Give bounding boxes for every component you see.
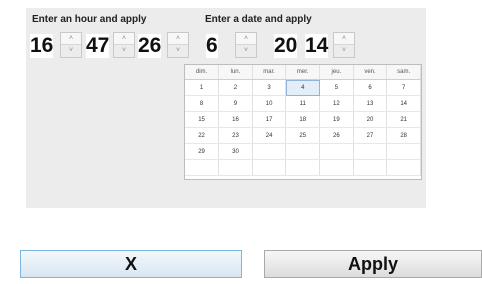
calendar-day-cell[interactable]: 8: [185, 95, 220, 112]
minute-spinner[interactable]: ˄ ˅: [113, 32, 135, 58]
calendar-day-cell[interactable]: 23: [218, 127, 253, 144]
day-down-arrow-icon[interactable]: ˅: [236, 45, 256, 57]
calendar-day-cell: [252, 143, 287, 160]
apply-button[interactable]: Apply: [264, 250, 482, 278]
calendar-day-cell: [319, 143, 354, 160]
weekday-header: lun.: [218, 65, 253, 80]
calendar-body: 1 2 3 4 5 6 7 8 9 10 11 12 13 14 15 16 17 18 19 20 21 22 23 24 2…: [185, 79, 421, 176]
calendar-day-cell[interactable]: 4: [285, 79, 321, 96]
calendar-day-cell: [353, 143, 388, 160]
calendar-day-cell[interactable]: 9: [218, 95, 253, 112]
year-up-arrow-icon[interactable]: ˄: [334, 33, 354, 45]
calendar-day-cell[interactable]: 17: [252, 111, 287, 128]
calendar-day-cell: [386, 143, 421, 160]
year-down-arrow-icon[interactable]: ˅: [334, 45, 354, 57]
calendar-day-cell: [252, 159, 287, 176]
calendar-dropdown: dim. lun. mar. mer. jeu. ven. sam. 12345…: [184, 64, 422, 180]
calendar-week-row: 1234567: [185, 79, 421, 96]
calendar-day-cell[interactable]: 15: [185, 111, 220, 128]
second-down-arrow-icon[interactable]: ˅: [168, 45, 188, 57]
calendar-day-cell[interactable]: 10: [252, 95, 287, 112]
calendar-day-cell[interactable]: 12: [319, 95, 354, 112]
calendar-day-cell: [319, 159, 354, 176]
calendar-day-cell: [218, 159, 253, 176]
second-field[interactable]: 26: [138, 34, 162, 58]
hour-section-label: Enter an hour and apply: [32, 14, 147, 25]
calendar-week-row: 22 23 24 25 26 27 28: [185, 127, 421, 144]
calendar-day-cell[interactable]: 13: [353, 95, 388, 112]
hour-field[interactable]: 16: [30, 34, 54, 58]
year-prefix: 20: [274, 34, 298, 58]
calendar-day-cell[interactable]: 20: [353, 111, 388, 128]
calendar-day-cell[interactable]: 7: [386, 79, 421, 96]
weekday-header: jeu.: [319, 65, 354, 80]
weekday-header: mer.: [285, 65, 321, 80]
calendar-day-cell[interactable]: 28: [386, 127, 421, 144]
calendar-day-cell: [185, 159, 220, 176]
hour-spinner[interactable]: ˄ ˅: [60, 32, 82, 58]
calendar-day-cell[interactable]: 16: [218, 111, 253, 128]
calendar-day-cell[interactable]: 21: [386, 111, 421, 128]
weekday-header-row: dim. lun. mar. mer. jeu. ven. sam.: [185, 65, 421, 80]
calendar-day-cell: [285, 143, 321, 160]
hour-up-arrow-icon[interactable]: ˄: [61, 33, 81, 45]
year-spinner[interactable]: ˄ ˅: [333, 32, 355, 58]
calendar-week-row: 15 16 17 18 19 20 21: [185, 111, 421, 128]
calendar-day-cell[interactable]: 27: [353, 127, 388, 144]
calendar-day-cell[interactable]: 6: [353, 79, 388, 96]
second-spinner[interactable]: ˄ ˅: [167, 32, 189, 58]
minute-up-arrow-icon[interactable]: ˄: [114, 33, 134, 45]
weekday-header: mar.: [252, 65, 287, 80]
weekday-header: ven.: [353, 65, 388, 80]
calendar-week-row: [185, 159, 421, 176]
calendar-week-row: 29 30: [185, 143, 421, 160]
day-field[interactable]: 6: [206, 34, 218, 58]
calendar-day-cell[interactable]: 14: [386, 95, 421, 112]
calendar-day-cell: [353, 159, 388, 176]
minute-field[interactable]: 47: [86, 34, 110, 58]
calendar-day-cell[interactable]: 30: [218, 143, 253, 160]
calendar-day-cell[interactable]: 26: [319, 127, 354, 144]
calendar-day-cell[interactable]: 24: [252, 127, 287, 144]
calendar-week-row: 8 9 10 11 12 13 14: [185, 95, 421, 112]
calendar-day-cell[interactable]: 29: [185, 143, 220, 160]
calendar-day-cell: [285, 159, 321, 176]
weekday-header: dim.: [185, 65, 220, 80]
calendar-day-cell: [386, 159, 421, 176]
calendar-day-cell[interactable]: 3: [252, 79, 287, 96]
calendar-day-cell[interactable]: 25: [285, 127, 321, 144]
year-field[interactable]: 14: [305, 34, 329, 58]
hour-down-arrow-icon[interactable]: ˅: [61, 45, 81, 57]
calendar-day-cell[interactable]: 1: [185, 79, 220, 96]
minute-down-arrow-icon[interactable]: ˅: [114, 45, 134, 57]
weekday-header: sam.: [386, 65, 421, 80]
calendar-day-cell[interactable]: 5: [319, 79, 354, 96]
cancel-button[interactable]: X: [20, 250, 242, 278]
second-up-arrow-icon[interactable]: ˄: [168, 33, 188, 45]
calendar-day-cell[interactable]: 2: [218, 79, 253, 96]
calendar-day-cell[interactable]: 19: [319, 111, 354, 128]
day-up-arrow-icon[interactable]: ˄: [236, 33, 256, 45]
date-section-label: Enter a date and apply: [205, 14, 312, 25]
calendar-day-cell[interactable]: 22: [185, 127, 220, 144]
calendar-day-cell[interactable]: 11: [285, 95, 321, 112]
day-spinner[interactable]: ˄ ˅: [235, 32, 257, 58]
calendar-grid: dim. lun. mar. mer. jeu. ven. sam. 12345…: [185, 65, 421, 176]
calendar-day-cell[interactable]: 18: [285, 111, 321, 128]
